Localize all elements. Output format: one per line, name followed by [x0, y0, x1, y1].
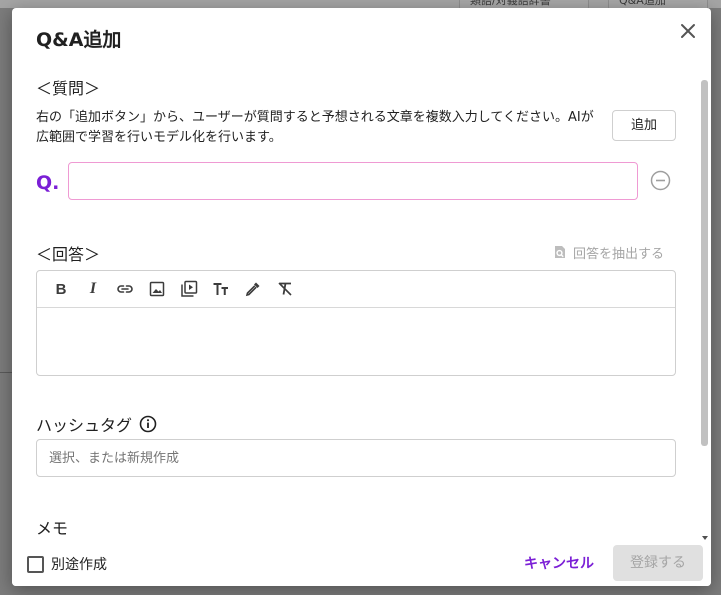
eyedropper-icon: [245, 282, 260, 297]
text-size-button[interactable]: [205, 276, 237, 302]
editor-toolbar: B I: [37, 271, 675, 308]
qa-add-dialog: Q&A追加 ＜質問＞ 右の「追加ボタン」から、ユーザーが質問すると予想される文章…: [12, 8, 711, 586]
dialog-footer: 別途作成 キャンセル 登録する: [12, 540, 711, 586]
answer-editor: B I: [36, 270, 676, 376]
color-picker-button[interactable]: [237, 276, 269, 302]
extract-answer-label: 回答を抽出する: [573, 246, 665, 262]
image-button[interactable]: [141, 276, 173, 302]
remove-question-button[interactable]: [650, 170, 671, 191]
image-icon: [149, 281, 165, 297]
dialog-scroll-area[interactable]: ＜質問＞ 右の「追加ボタン」から、ユーザーが質問すると予想される文章を複数入力し…: [12, 66, 702, 540]
question-input[interactable]: [68, 162, 638, 200]
q-label: Q.: [36, 172, 60, 194]
hashtag-input[interactable]: [36, 439, 676, 477]
video-library-icon: [181, 280, 198, 297]
question-description: 右の「追加ボタン」から、ユーザーが質問すると予想される文章を複数入力してください…: [36, 110, 594, 145]
clear-format-icon: [278, 282, 292, 296]
checkbox-icon[interactable]: [27, 555, 44, 573]
memo-label: メモ: [36, 519, 69, 538]
hashtag-label-row: ハッシュタグ: [36, 412, 157, 436]
extract-answer-button[interactable]: 回答を抽出する: [553, 243, 665, 262]
answer-heading: ＜回答＞: [36, 245, 101, 264]
submit-button[interactable]: 登録する: [613, 545, 703, 581]
separate-create-checkbox[interactable]: 別途作成: [27, 554, 107, 574]
background-divider: [0, 372, 12, 373]
question-heading: ＜質問＞: [36, 79, 101, 98]
bold-button[interactable]: B: [45, 276, 77, 302]
close-icon: [681, 24, 695, 38]
cancel-button[interactable]: キャンセル: [524, 553, 594, 573]
link-button[interactable]: [109, 276, 141, 302]
dialog-scrollbar[interactable]: [701, 66, 708, 540]
document-search-icon: [555, 246, 565, 258]
separate-create-label: 別途作成: [51, 557, 107, 573]
add-question-button[interactable]: 追加: [612, 110, 676, 141]
answer-editor-body[interactable]: [37, 308, 675, 375]
scrollbar-thumb[interactable]: [701, 80, 708, 446]
info-icon[interactable]: [139, 415, 157, 433]
italic-button[interactable]: I: [77, 276, 109, 302]
text-size-icon: [213, 283, 228, 295]
clear-format-button[interactable]: [269, 276, 301, 302]
close-button[interactable]: [679, 22, 697, 40]
hashtag-label: ハッシュタグ: [36, 416, 133, 435]
minus-circle-icon: [650, 170, 671, 191]
link-icon: [117, 285, 133, 293]
dialog-title: Q&A追加: [36, 29, 122, 51]
video-button[interactable]: [173, 276, 205, 302]
